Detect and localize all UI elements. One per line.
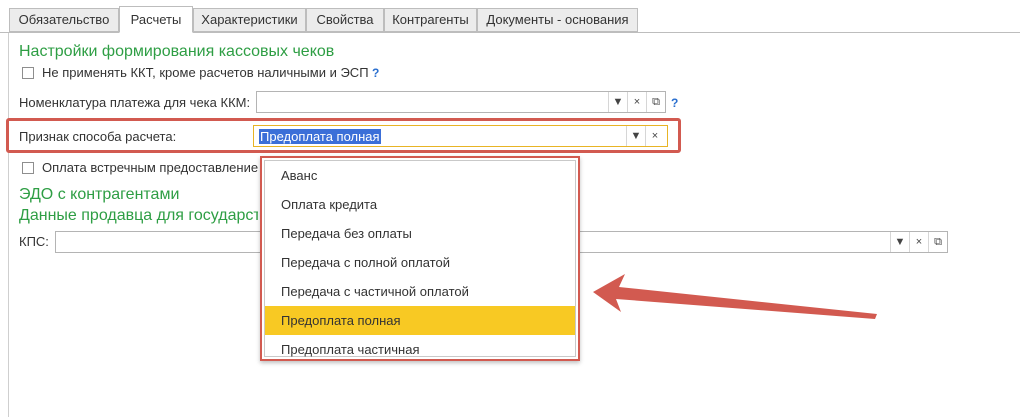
dropdown-option-credit-payment[interactable]: Оплата кредита (265, 190, 575, 219)
chevron-down-icon[interactable]: ▼ (608, 92, 627, 112)
tab-payments[interactable]: Расчеты (119, 6, 193, 33)
annotation-arrow-icon (593, 274, 877, 319)
tab-characteristics[interactable]: Характеристики (193, 8, 306, 32)
no-kkt-checkbox[interactable] (22, 67, 34, 79)
kkt-group-title: Настройки формирования кассовых чеков (19, 43, 335, 60)
nomenclature-label: Номенклатура платежа для чека ККМ: (19, 95, 251, 110)
dropdown-option-transfer-partial-payment[interactable]: Передача с частичной оплатой (265, 277, 575, 306)
no-kkt-checkbox-label: Не применять ККТ, кроме расчетов наличны… (42, 65, 369, 80)
tab-counterparties[interactable]: Контрагенты (384, 8, 477, 32)
no-kkt-help-icon[interactable]: ? (372, 66, 379, 80)
dropdown-option-partial-prepayment[interactable]: Предоплата частичная (265, 335, 575, 364)
tab-properties[interactable]: Свойства (306, 8, 384, 32)
chevron-down-icon[interactable]: ▼ (890, 232, 909, 252)
tab-bar: Обязательство Расчеты Характеристики Сво… (0, 0, 1020, 33)
kps-label: КПС: (19, 234, 49, 249)
highlight-frame (6, 118, 681, 153)
tab-base-documents[interactable]: Документы - основания (477, 8, 638, 32)
dropdown-option-transfer-full-payment[interactable]: Передача с полной оплатой (265, 248, 575, 277)
content-border (8, 33, 9, 417)
counter-payment-label: Оплата встречным предоставлением (42, 160, 258, 175)
payment-method-dropdown: Аванс Оплата кредита Передача без оплаты… (260, 156, 580, 361)
dropdown-option-transfer-no-payment[interactable]: Передача без оплаты (265, 219, 575, 248)
edo-group-title: ЭДО с контрагентами (19, 186, 180, 203)
clear-icon[interactable]: × (909, 232, 928, 252)
open-icon[interactable]: ⧉ (646, 92, 665, 112)
nomenclature-field[interactable]: ▼ × ⧉ (256, 91, 666, 113)
counter-payment-checkbox[interactable] (22, 162, 34, 174)
nomenclature-help-icon[interactable]: ? (671, 96, 678, 110)
open-icon[interactable]: ⧉ (928, 232, 947, 252)
clear-icon[interactable]: × (627, 92, 646, 112)
dropdown-list: Аванс Оплата кредита Передача без оплаты… (264, 160, 576, 357)
tab-obligation[interactable]: Обязательство (9, 8, 119, 32)
dropdown-option-advance[interactable]: Аванс (265, 161, 575, 190)
dropdown-option-full-prepayment[interactable]: Предоплата полная (265, 306, 575, 335)
seller-data-title: Данные продавца для государственного (19, 207, 258, 224)
